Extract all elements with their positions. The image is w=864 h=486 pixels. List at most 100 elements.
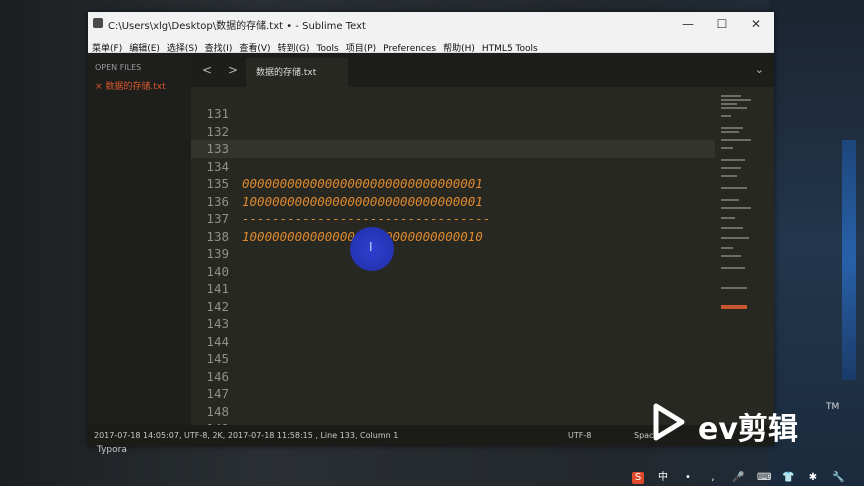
taskbar-typora[interactable]: Typora [97, 445, 127, 455]
minimap-line [721, 103, 737, 105]
line-text: --------------------------------- [242, 211, 491, 226]
line-text: 00000000000000000000000000000001 [242, 176, 483, 191]
line-number: 147 [206, 386, 229, 401]
text-cursor-icon: I [369, 240, 373, 254]
tab-next-icon[interactable]: > [228, 63, 238, 77]
tray-icon[interactable]: 🔧 [832, 472, 844, 484]
sidebar-file-label: 数据的存储.txt [105, 82, 166, 92]
editor-area[interactable]: 131 132 133 134 135 0000000000000000000000000… [191, 87, 715, 425]
minimap-line [721, 167, 741, 169]
minimap-line [721, 237, 749, 239]
minimap-line [721, 159, 745, 161]
tray-icon[interactable]: 中 [657, 472, 669, 484]
line-number: 131 [206, 106, 229, 121]
tab-label: 数据的存储.txt [256, 68, 317, 78]
status-encoding[interactable]: UTF-8 [568, 431, 591, 440]
line-number: 140 [206, 263, 229, 279]
line-number: 143 [206, 316, 229, 331]
close-button[interactable]: ✕ [739, 12, 773, 36]
tray-icon[interactable]: • [682, 472, 694, 484]
minimap-line [721, 199, 739, 201]
play-logo-icon [653, 403, 685, 441]
editor-line[interactable]: 139 [191, 245, 715, 263]
minimap-line [721, 115, 731, 117]
editor-line[interactable]: 148 [191, 403, 715, 421]
minimap-line [721, 139, 751, 141]
editor-line[interactable]: 132 [191, 123, 715, 141]
minimap-line [721, 187, 747, 189]
minimap-line [721, 147, 733, 149]
minimap-highlight [721, 305, 747, 309]
minimap[interactable] [715, 87, 774, 425]
minimap-line [721, 217, 735, 219]
tab-prev-icon[interactable]: < [202, 63, 212, 77]
sidebar-file-item[interactable]: × 数据的存储.txt [95, 79, 166, 92]
minimap-line [721, 99, 751, 101]
line-number: 148 [206, 403, 229, 419]
tray-icon[interactable]: 👕 [782, 472, 794, 484]
line-number: 142 [206, 298, 229, 314]
tray-icon[interactable]: , [707, 472, 719, 484]
editor-line[interactable]: 137 --------------------------------- [191, 210, 715, 228]
minimap-line [721, 267, 745, 269]
editor-line[interactable]: 145 [191, 350, 715, 368]
window-title: C:\Users\xlg\Desktop\数据的存储.txt • - Subli… [108, 21, 366, 32]
watermark-tm: TM [826, 402, 840, 412]
editor-line[interactable]: 140 [191, 263, 715, 281]
title-bar[interactable]: C:\Users\xlg\Desktop\数据的存储.txt • - Subli… [88, 12, 774, 36]
editor-line[interactable]: 135 00000000000000000000000000000001 [191, 175, 715, 193]
minimap-line [721, 227, 743, 229]
editor-line[interactable]: 144 [191, 333, 715, 351]
line-number: 138 [206, 228, 229, 244]
editor-line[interactable]: 131 [191, 105, 715, 123]
line-number: 133 [206, 141, 229, 156]
minimap-line [721, 127, 743, 129]
minimap-line [721, 107, 747, 109]
line-number: 144 [206, 333, 229, 349]
editor-line[interactable]: 143 [191, 315, 715, 333]
line-number: 139 [206, 246, 229, 261]
minimap-line [721, 255, 741, 257]
editor-line[interactable]: 136 10000000000000000000000000000001 [191, 193, 715, 211]
line-number: 135 [206, 176, 229, 191]
tray-icon[interactable]: 🎤 [732, 472, 744, 484]
line-number: 145 [206, 351, 229, 366]
editor-line[interactable]: 13810000000000000000000000000000010 [191, 228, 715, 246]
minimap-line [721, 175, 737, 177]
tray-icon[interactable]: ✱ [807, 472, 819, 484]
minimize-button[interactable]: — [671, 12, 705, 36]
minimap-line [721, 207, 751, 209]
watermark-text: ev剪辑 [698, 412, 798, 447]
sidebar: OPEN FILES × 数据的存储.txt [88, 53, 191, 425]
close-file-icon[interactable]: × [95, 82, 103, 92]
minimap-line [721, 247, 733, 249]
sublime-window: C:\Users\xlg\Desktop\数据的存储.txt • - Subli… [88, 12, 774, 446]
editor-line[interactable]: 146 [191, 368, 715, 386]
open-files-title: OPEN FILES [95, 63, 142, 72]
editor-line[interactable]: 133 [191, 140, 715, 158]
desktop-blue-streak [842, 140, 856, 380]
line-number: 134 [206, 158, 229, 174]
editor-line[interactable]: 134 [191, 158, 715, 176]
tab-dropdown-icon[interactable]: ⌄ [755, 63, 764, 76]
status-info: 2017-07-18 14:05:07, UTF-8, 2K, 2017-07-… [94, 431, 399, 440]
minimap-line [721, 95, 741, 97]
menu-bar: 菜单(F) 编辑(E) 选择(S) 查找(I) 查看(V) 转到(G) Tools 项目(P)… [88, 36, 774, 54]
minimap-line [721, 287, 747, 289]
editor-line[interactable]: 141 [191, 280, 715, 298]
line-text: 10000000000000000000000000000001 [242, 193, 483, 209]
editor-line[interactable]: 142 [191, 298, 715, 316]
line-number: 146 [206, 368, 229, 384]
line-number: 136 [206, 193, 229, 209]
editor-line[interactable]: 147 [191, 385, 715, 403]
line-number: 141 [206, 281, 229, 296]
sublime-app-icon [93, 18, 103, 28]
tray-icon[interactable]: ⌨ [757, 472, 771, 484]
tray-icon[interactable]: S [632, 472, 644, 484]
system-tray: S 中 •, 🎤 ⌨ 👕 ✱ 🔧 [628, 470, 864, 486]
minimap-line [721, 131, 739, 133]
maximize-button[interactable]: ☐ [705, 12, 739, 36]
tab-active[interactable]: 数据的存储.txt [246, 58, 348, 90]
tab-bar: < > 数据的存储.txt ⌄ [191, 53, 774, 90]
line-number: 137 [206, 211, 229, 226]
